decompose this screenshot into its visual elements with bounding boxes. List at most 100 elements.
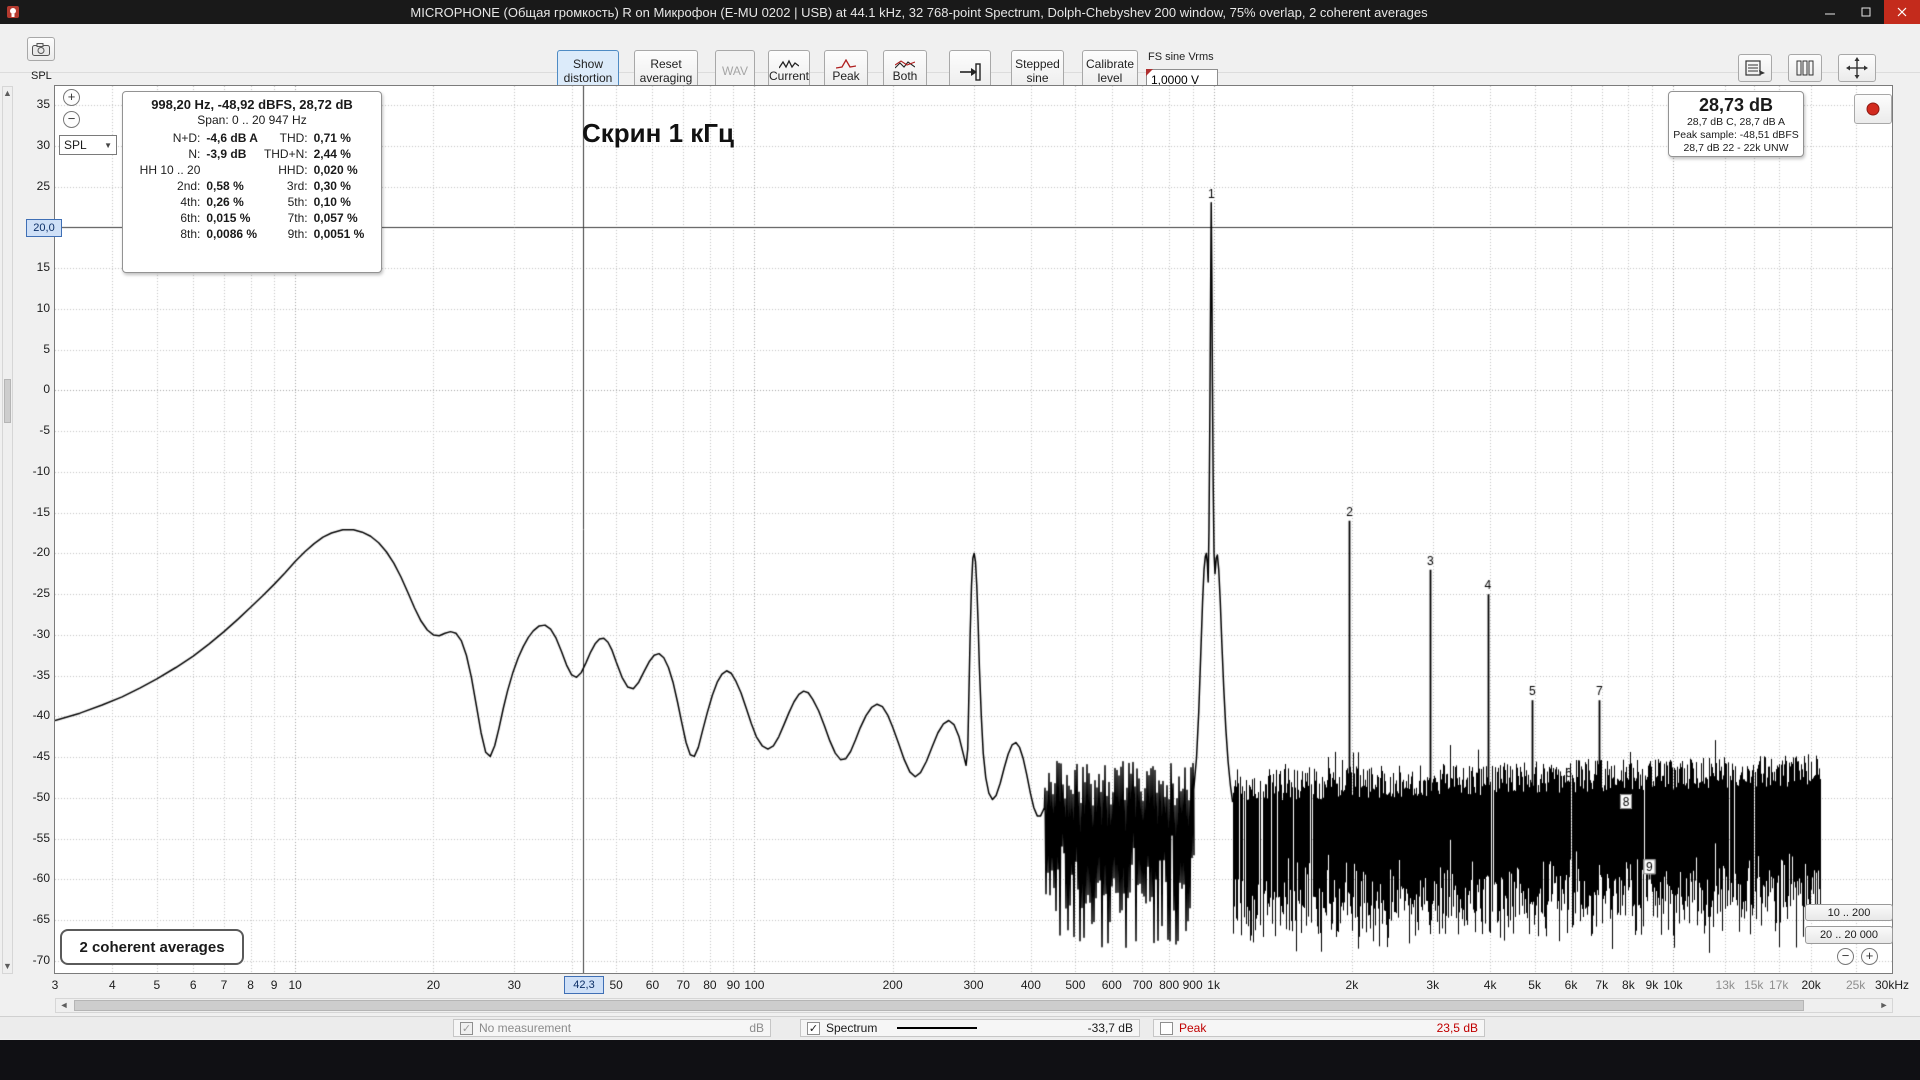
spectrum-checkbox[interactable] (807, 1021, 820, 1035)
level-detail-2: Peak sample: -48,51 dBFS (1673, 129, 1799, 142)
distortion-cell: 3rd: (286, 179, 308, 193)
distortion-cell: 0,020 % (313, 163, 358, 177)
level-main-value: 28,73 dB (1698, 95, 1774, 115)
y-tick-label: -55 (32, 830, 50, 845)
pan-zoom-button[interactable] (1838, 54, 1876, 82)
distortion-table: N+D: -4,6 dB A THD: 0,71 % N: -3,9 dB THD+N: 2,… (137, 130, 368, 242)
y-tick-label: -25 (32, 586, 50, 601)
columns-view-button[interactable] (1788, 54, 1822, 82)
screenshot-button[interactable] (27, 37, 55, 61)
distortion-cell: 0,0051 % (313, 227, 365, 241)
fs-sine-vrms-label: FS sine Vrms (1148, 51, 1214, 63)
plot-title: Скрин 1 кГц (582, 118, 735, 148)
y-tick-label: -35 (32, 667, 50, 682)
x-tick-label: 10k (1663, 978, 1683, 992)
distortion-cell: 6th: (180, 211, 201, 225)
y-tick-label: -65 (32, 912, 50, 927)
distortion-cell: -3,9 dB (206, 147, 247, 161)
unit-selector-dropdown[interactable]: SPL ▼ (59, 135, 117, 155)
distortion-cell: 0,58 % (206, 179, 244, 193)
record-icon (1866, 102, 1880, 116)
close-button[interactable] (1884, 0, 1920, 24)
unit-selector-value: SPL (64, 138, 87, 152)
scroll-left-arrow[interactable]: ◄ (58, 999, 70, 1012)
level-detail-1: 28,7 dB C, 28,7 dB A (1686, 116, 1786, 128)
x-tick-label: 10 (288, 978, 302, 992)
y-tick-label: 30 (36, 137, 50, 152)
camera-icon (32, 42, 50, 56)
panel-lines-icon (1745, 60, 1765, 76)
minimize-button[interactable] (1812, 0, 1848, 24)
distortion-cell: 9th: (287, 227, 308, 241)
show-distortion-label: Show distortion (563, 57, 613, 85)
y-tick-label: -5 (39, 423, 50, 438)
both-label: Both (892, 69, 918, 84)
measurement-layout-button[interactable] (1738, 54, 1772, 82)
main-toolbar: Show distortion Reset averaging WAV Curr… (0, 24, 1920, 93)
distortion-table-row: 4th: 0,26 % 5th: 0,10 % (137, 194, 368, 210)
x-tick-label: 400 (1020, 978, 1041, 992)
zoom-in-x-button[interactable]: + (1861, 948, 1878, 965)
peak-checkbox[interactable] (1160, 1021, 1173, 1035)
zoom-in-y-button[interactable]: + (63, 89, 80, 106)
scroll-right-arrow[interactable]: ► (1878, 999, 1890, 1012)
distortion-cell: 4th: (180, 195, 201, 209)
spectrum-plot[interactable]: + − SPL ▼ 998,20 Hz, -48,92 dBFS, 28,72 … (54, 85, 1893, 974)
app-icon[interactable] (0, 5, 26, 19)
input-corner-marker (1146, 69, 1153, 76)
distortion-cell: -4,6 dB A (206, 131, 258, 145)
distortion-cell: 0,057 % (313, 211, 358, 225)
distortion-cell: HHD: (278, 163, 308, 177)
span-line: Span: 0 .. 20 947 Hz (197, 113, 307, 127)
y-axis-title: SPL (31, 70, 52, 82)
distortion-cell: 2nd: (177, 179, 201, 193)
x-tick-label: 2k (1345, 978, 1359, 992)
wav-label: WAV (722, 63, 748, 78)
peak-level-value: 23,5 dB (1436, 1021, 1478, 1035)
x-tick-label: 30 (507, 978, 521, 992)
horizontal-scroll-thumb[interactable] (74, 1000, 1804, 1011)
averages-label: 2 coherent averages (60, 929, 244, 965)
distortion-table-row: N+D: -4,6 dB A THD: 0,71 % (137, 130, 368, 146)
range-20-20000-button[interactable]: 20 .. 20 000 (1805, 926, 1893, 944)
distortion-cell: THD: (279, 131, 308, 145)
distortion-cell: 0,26 % (206, 195, 244, 209)
y-tick-label: -45 (32, 749, 50, 764)
status-bar: No measurement dB Spectrum -33,7 dB Peak… (0, 1016, 1920, 1039)
distortion-cell: 7th: (287, 211, 308, 225)
distortion-table-row: HH 10 .. 20 HHD: 0,020 % (137, 162, 368, 178)
distortion-table-row: N: -3,9 dB THD+N: 2,44 % (137, 146, 368, 162)
spectrum-label: Spectrum (826, 1021, 878, 1035)
zoom-out-y-button[interactable]: − (63, 111, 80, 128)
x-tick-label: 1k (1207, 978, 1220, 992)
y-tick-label: 10 (36, 300, 50, 315)
range-10-200-button[interactable]: 10 .. 200 (1805, 904, 1893, 921)
y-tick-label: -60 (32, 871, 50, 886)
y-tick-label: -70 (32, 953, 50, 967)
reset-averaging-label: Reset averaging (639, 57, 693, 85)
x-tick-label: 20k (1801, 978, 1821, 992)
record-level-button[interactable] (1854, 94, 1892, 124)
y-tick-label: 25 (36, 178, 50, 193)
zoom-out-x-button[interactable]: − (1837, 948, 1854, 965)
spectrum-panel: Spectrum -33,7 dB (800, 1019, 1140, 1037)
distortion-table-row: 8th: 0,0086 % 9th: 0,0051 % (137, 226, 368, 242)
no-measurement-label: No measurement (479, 1021, 572, 1035)
no-measurement-panel: No measurement dB (453, 1019, 771, 1037)
distortion-cell (203, 162, 261, 178)
y-tick-label: -50 (32, 789, 50, 804)
horizontal-scrollbar[interactable]: ◄ ► (55, 998, 1893, 1013)
calibrate-level-label: Calibrate level (1085, 57, 1135, 85)
maximize-button[interactable] (1848, 0, 1884, 24)
app-window: MICROPHONE (Общая громкость) R on Микроф… (0, 0, 1920, 1080)
x-tick-label: 3k (1426, 978, 1440, 992)
y-cursor-readout: 20,0 (26, 219, 62, 237)
level-detail-3: 28,7 dB 22 - 22k UNW (1683, 142, 1789, 155)
x-cursor-readout: 42,3 (564, 976, 604, 994)
no-measurement-checkbox[interactable] (460, 1021, 473, 1035)
desktop-strip (0, 1040, 1920, 1080)
y-tick-label: 5 (43, 341, 50, 356)
y-tick-label: -20 (32, 545, 50, 560)
y-tick-label: -40 (32, 708, 50, 723)
columns-icon (1796, 60, 1814, 76)
